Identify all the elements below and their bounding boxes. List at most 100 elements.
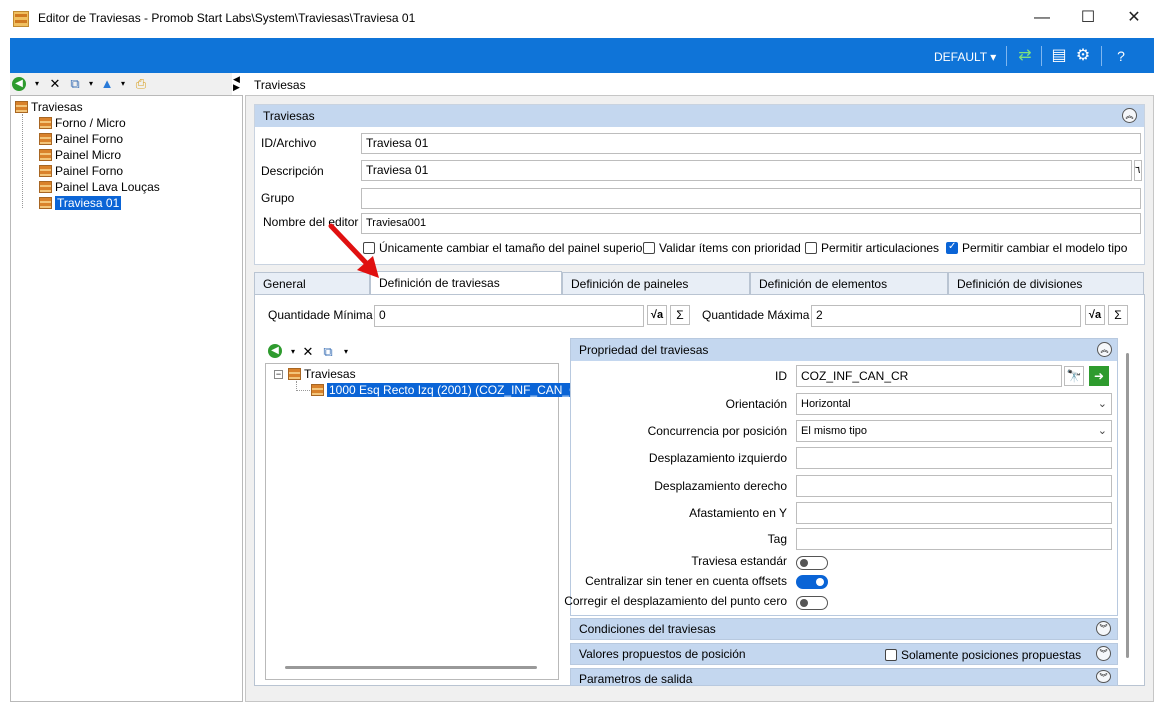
tag-label: Tag <box>767 532 787 546</box>
id-field[interactable]: Traviesa 01 <box>361 133 1141 154</box>
traviesa-icon <box>39 197 52 209</box>
standard-traviesa-toggle[interactable] <box>796 556 828 570</box>
find-binoculars-icon[interactable]: 🔭 <box>1064 366 1084 386</box>
allow-change-model-checkbox[interactable]: Permitir cambiar el modelo tipo <box>946 241 1127 255</box>
tab-panels-definition[interactable]: Definición de paineles <box>562 272 750 294</box>
max-quantity-label: Quantidade Máxima <box>702 308 810 322</box>
inner-tree-item[interactable]: 1000 Esq Recto Izq (2001) (COZ_INF_CAN_C <box>311 382 580 398</box>
tree-item[interactable]: Painel Micro <box>39 147 121 163</box>
window-title: Editor de Traviesas - Promob Start Labs\… <box>38 11 416 25</box>
tree-item[interactable]: Painel Forno <box>39 163 123 179</box>
prop-id-label: ID <box>775 369 787 383</box>
center-offsets-label: Centralizar sin tener en cuenta offsets <box>585 574 787 588</box>
import-icon[interactable]: ⎙ <box>132 75 150 93</box>
collapse-node-icon[interactable]: − <box>274 370 283 379</box>
only-resize-top-checkbox[interactable]: Únicamente cambiar el tamaño del painel … <box>363 241 646 255</box>
close-button[interactable]: ✕ <box>1111 4 1157 32</box>
chevron-down-icon: ⌄ <box>1097 398 1107 410</box>
translate-icon[interactable]: ٦ <box>1134 160 1142 181</box>
delete-icon[interactable]: ✕ <box>299 343 317 361</box>
inner-tree-root[interactable]: Traviesas <box>288 366 356 382</box>
editor-name-field[interactable]: Traviesa001 <box>361 213 1141 234</box>
expand-icon[interactable]: ︾ <box>1096 646 1111 661</box>
tab-divisions-definition[interactable]: Definición de divisiones <box>948 272 1144 294</box>
copy-icon[interactable]: ⧉ <box>319 343 337 361</box>
tab-traviesas-definition[interactable]: Definición de traviesas <box>370 271 562 294</box>
chevron-down-icon[interactable]: ▾ <box>114 75 132 93</box>
tree-item[interactable]: Painel Forno <box>39 131 123 147</box>
checkbox-checked <box>946 241 958 254</box>
orientation-label: Orientación <box>725 397 787 411</box>
description-label: Descripción <box>261 164 324 178</box>
chevron-down-icon[interactable]: ▾ <box>337 343 355 361</box>
expand-icon[interactable]: ︾ <box>1096 670 1111 683</box>
toolbar-separator <box>1101 46 1102 66</box>
folder-icon <box>288 368 301 380</box>
traviesa-icon <box>39 133 52 145</box>
center-offsets-toggle[interactable] <box>796 575 828 589</box>
formula-icon[interactable]: √a <box>647 305 667 325</box>
minimize-button[interactable]: — <box>1019 4 1065 32</box>
annotation-arrow <box>328 223 379 278</box>
settings-gear-icon[interactable]: ⚙ <box>1072 45 1094 67</box>
traviesa-icon <box>311 384 324 396</box>
folder-icon <box>15 101 28 113</box>
validate-priority-checkbox[interactable]: Validar ítems con prioridad <box>643 241 801 255</box>
chevron-down-icon[interactable]: ▾ <box>28 75 46 93</box>
group-label: Grupo <box>261 191 295 205</box>
collapse-panel-icon[interactable]: ◀ ▶ <box>233 75 240 92</box>
collapse-icon[interactable]: ︽ <box>1097 342 1112 357</box>
expand-icon[interactable]: ︾ <box>1096 621 1111 636</box>
tree-item-selected[interactable]: Traviesa 01 <box>39 195 122 211</box>
toolbar-separator <box>1006 46 1007 66</box>
properties-header: Propriedad del traviesas <box>571 339 1117 361</box>
profile-dropdown[interactable]: DEFAULT ▾ <box>934 50 996 64</box>
tree-item[interactable]: Painel Lava Louças <box>39 179 160 195</box>
orientation-select[interactable]: Horizontal ⌄ <box>796 393 1112 415</box>
allow-articulations-checkbox[interactable]: Permitir articulaciones <box>805 241 939 255</box>
maximize-button[interactable]: ☐ <box>1065 4 1111 32</box>
sum-button[interactable]: Σ <box>670 305 690 325</box>
prop-id-field[interactable]: COZ_INF_CAN_CR <box>796 365 1062 387</box>
layout-icon[interactable]: ▤ <box>1048 45 1070 67</box>
vertical-scrollbar[interactable] <box>1126 353 1129 658</box>
concurrency-select[interactable]: El mismo tipo ⌄ <box>796 420 1112 442</box>
tree-item[interactable]: Forno / Micro <box>39 115 126 131</box>
collapse-icon[interactable]: ︽ <box>1122 108 1137 123</box>
horizontal-scrollbar[interactable] <box>285 666 537 669</box>
tree-toolbar: ◀ ▾ ✕ ⧉ ▾ ▲ ▾ ⎙ <box>10 73 243 95</box>
tab-elements-definition[interactable]: Definición de elementos <box>750 272 948 294</box>
y-spacing-field[interactable] <box>796 502 1112 524</box>
go-arrow-icon[interactable]: ➜ <box>1089 366 1109 386</box>
group-field[interactable] <box>361 188 1141 209</box>
description-field[interactable]: Traviesa 01 <box>361 160 1132 181</box>
help-icon[interactable]: ? <box>1110 45 1132 67</box>
traviesa-icon <box>39 117 52 129</box>
main-toolbar: DEFAULT ▾ ⇄ ▤ ⚙ ? <box>10 38 1154 73</box>
right-offset-label: Desplazamiento derecho <box>654 479 787 493</box>
left-offset-field[interactable] <box>796 447 1112 469</box>
max-quantity-field[interactable]: 2 <box>811 305 1081 327</box>
conditions-section[interactable]: Condiciones del traviesas <box>570 618 1118 640</box>
min-quantity-label: Quantidade Mínima <box>268 308 373 322</box>
right-offset-field[interactable] <box>796 475 1112 497</box>
sum-button[interactable]: Σ <box>1108 305 1128 325</box>
back-icon[interactable]: ◀ <box>268 344 282 358</box>
zero-point-toggle[interactable] <box>796 596 828 610</box>
output-params-section[interactable]: Parametros de salida <box>570 668 1118 686</box>
delete-icon[interactable]: ✕ <box>46 75 64 93</box>
checkbox <box>805 242 817 254</box>
only-proposed-checkbox[interactable]: Solamente posiciones propuestas <box>885 648 1081 662</box>
title-bar: Editor de Traviesas - Promob Start Labs\… <box>0 0 1165 38</box>
formula-icon[interactable]: √a <box>1085 305 1105 325</box>
tag-field[interactable] <box>796 528 1112 550</box>
checkbox <box>643 242 655 254</box>
toolbar-separator <box>1041 46 1042 66</box>
app-icon <box>13 11 29 27</box>
tree-root[interactable]: Traviesas <box>15 99 83 115</box>
min-quantity-field[interactable]: 0 <box>374 305 644 327</box>
refresh-icon[interactable]: ⇄ <box>1014 45 1036 67</box>
breadcrumb: Traviesas <box>254 78 306 92</box>
back-icon[interactable]: ◀ <box>12 77 26 91</box>
tree-guide <box>22 114 23 208</box>
